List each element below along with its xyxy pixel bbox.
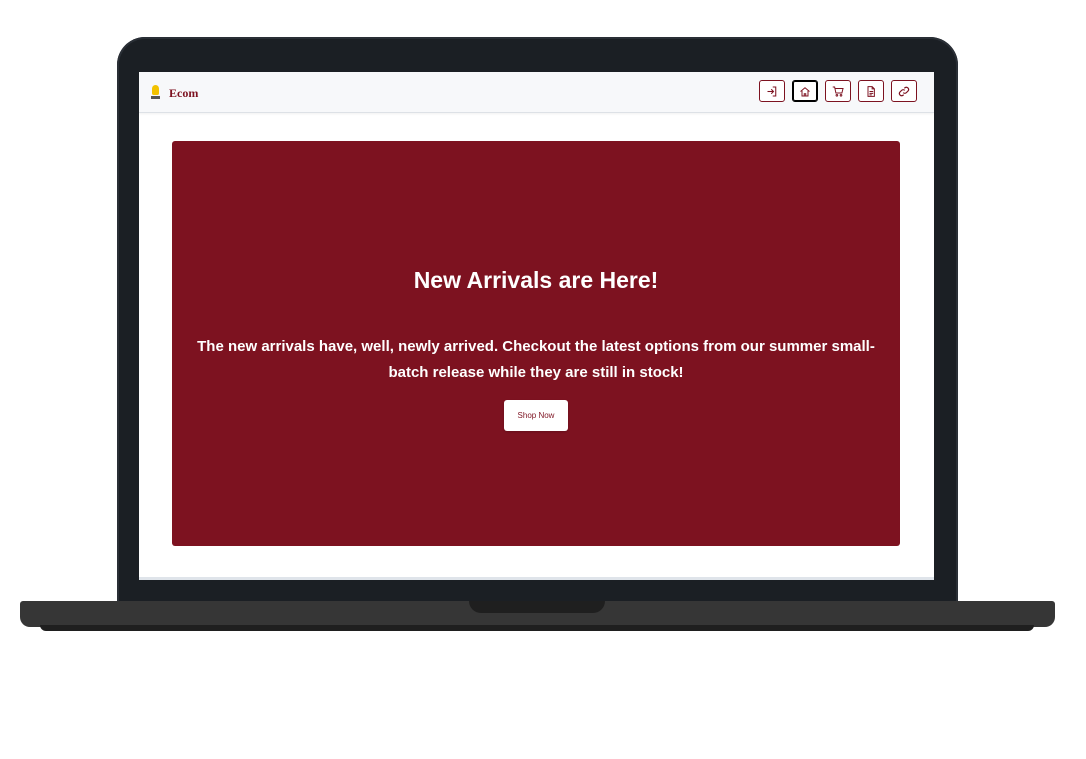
browser-screen: Ecom New Arrivals are Here! The new arri… [139,72,934,580]
home-button[interactable] [792,80,818,102]
document-icon [867,85,875,97]
login-icon [767,85,777,97]
laptop-mockup: Ecom New Arrivals are Here! The new arri… [0,0,1086,759]
link-button[interactable] [891,80,917,102]
document-button[interactable] [858,80,884,102]
home-icon [800,86,810,96]
login-button[interactable] [759,80,785,102]
hero-title: New Arrivals are Here! [413,267,659,293]
cart-button[interactable] [825,80,851,102]
screen-bottom-edge [139,577,934,580]
shop-now-button[interactable]: Shop Now [504,400,568,431]
lightbulb-icon [149,84,163,102]
cart-icon [832,86,844,97]
navbar: Ecom [139,72,934,113]
laptop-hinge-notch [469,601,605,613]
hero-banner: New Arrivals are Here! The new arrivals … [172,141,900,546]
brand-name[interactable]: Ecom [169,86,198,101]
nav-button-group [759,80,917,102]
link-icon [898,86,910,96]
brand[interactable]: Ecom [149,84,198,102]
laptop-base-shadow [40,625,1034,631]
hero-description: The new arrivals have, well, newly arriv… [197,338,875,381]
